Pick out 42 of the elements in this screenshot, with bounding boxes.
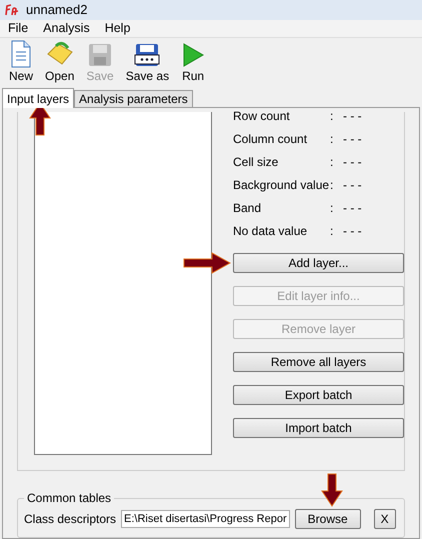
property-value: - - - — [343, 224, 362, 238]
window-title: unnamed2 — [26, 2, 88, 18]
toolbar-button[interactable]: Save as — [120, 42, 174, 85]
document-icon — [9, 40, 33, 68]
toolbar-button[interactable]: Run — [176, 42, 210, 85]
field-label: Class descriptors — [24, 512, 116, 526]
menu-item[interactable]: Analysis — [43, 21, 90, 36]
property-value: - - - — [343, 154, 362, 168]
layer-list[interactable] — [34, 112, 212, 455]
browse-button[interactable]: Browse — [294, 509, 361, 529]
action-button[interactable]: Import batch — [233, 418, 404, 438]
property-label: No data value — [233, 224, 308, 238]
toolbar-button[interactable]: Open — [40, 40, 80, 85]
property-separator: : — [330, 224, 334, 238]
toolbar-button[interactable]: New — [4, 40, 38, 85]
menu-item[interactable]: File — [8, 21, 28, 36]
action-button[interactable]: Export batch — [233, 385, 404, 405]
property-label: Cell size — [233, 154, 280, 168]
property-label: Background value — [233, 178, 330, 192]
action-button[interactable]: Add layer... — [233, 253, 404, 273]
property-separator: : — [330, 178, 334, 192]
property-label: Column count — [233, 132, 308, 146]
tab[interactable]: Analysis parameters — [74, 90, 193, 107]
property-separator: : — [330, 154, 334, 168]
arrow-icon — [321, 473, 343, 507]
action-button[interactable]: Remove all layers — [233, 352, 404, 372]
property-value: - - - — [343, 108, 362, 122]
property-value: - - - — [343, 200, 362, 214]
path-field[interactable]: E:\Riset disertasi\Progress Repor — [121, 510, 290, 528]
property-separator: : — [330, 200, 334, 214]
property-label: Band — [233, 200, 262, 214]
property-label: Row count — [233, 108, 291, 122]
menu-item[interactable]: Help — [104, 21, 130, 36]
property-separator: : — [330, 108, 334, 122]
property-separator: : — [330, 132, 334, 146]
clear-button[interactable]: X — [374, 509, 396, 529]
app-logo-icon — [4, 2, 20, 17]
tab[interactable]: Input layers — [2, 88, 74, 108]
property-value: - - - — [343, 178, 362, 192]
play-icon — [181, 42, 206, 68]
property-value: - - - — [343, 132, 362, 146]
group-title: Common tables — [26, 491, 112, 505]
